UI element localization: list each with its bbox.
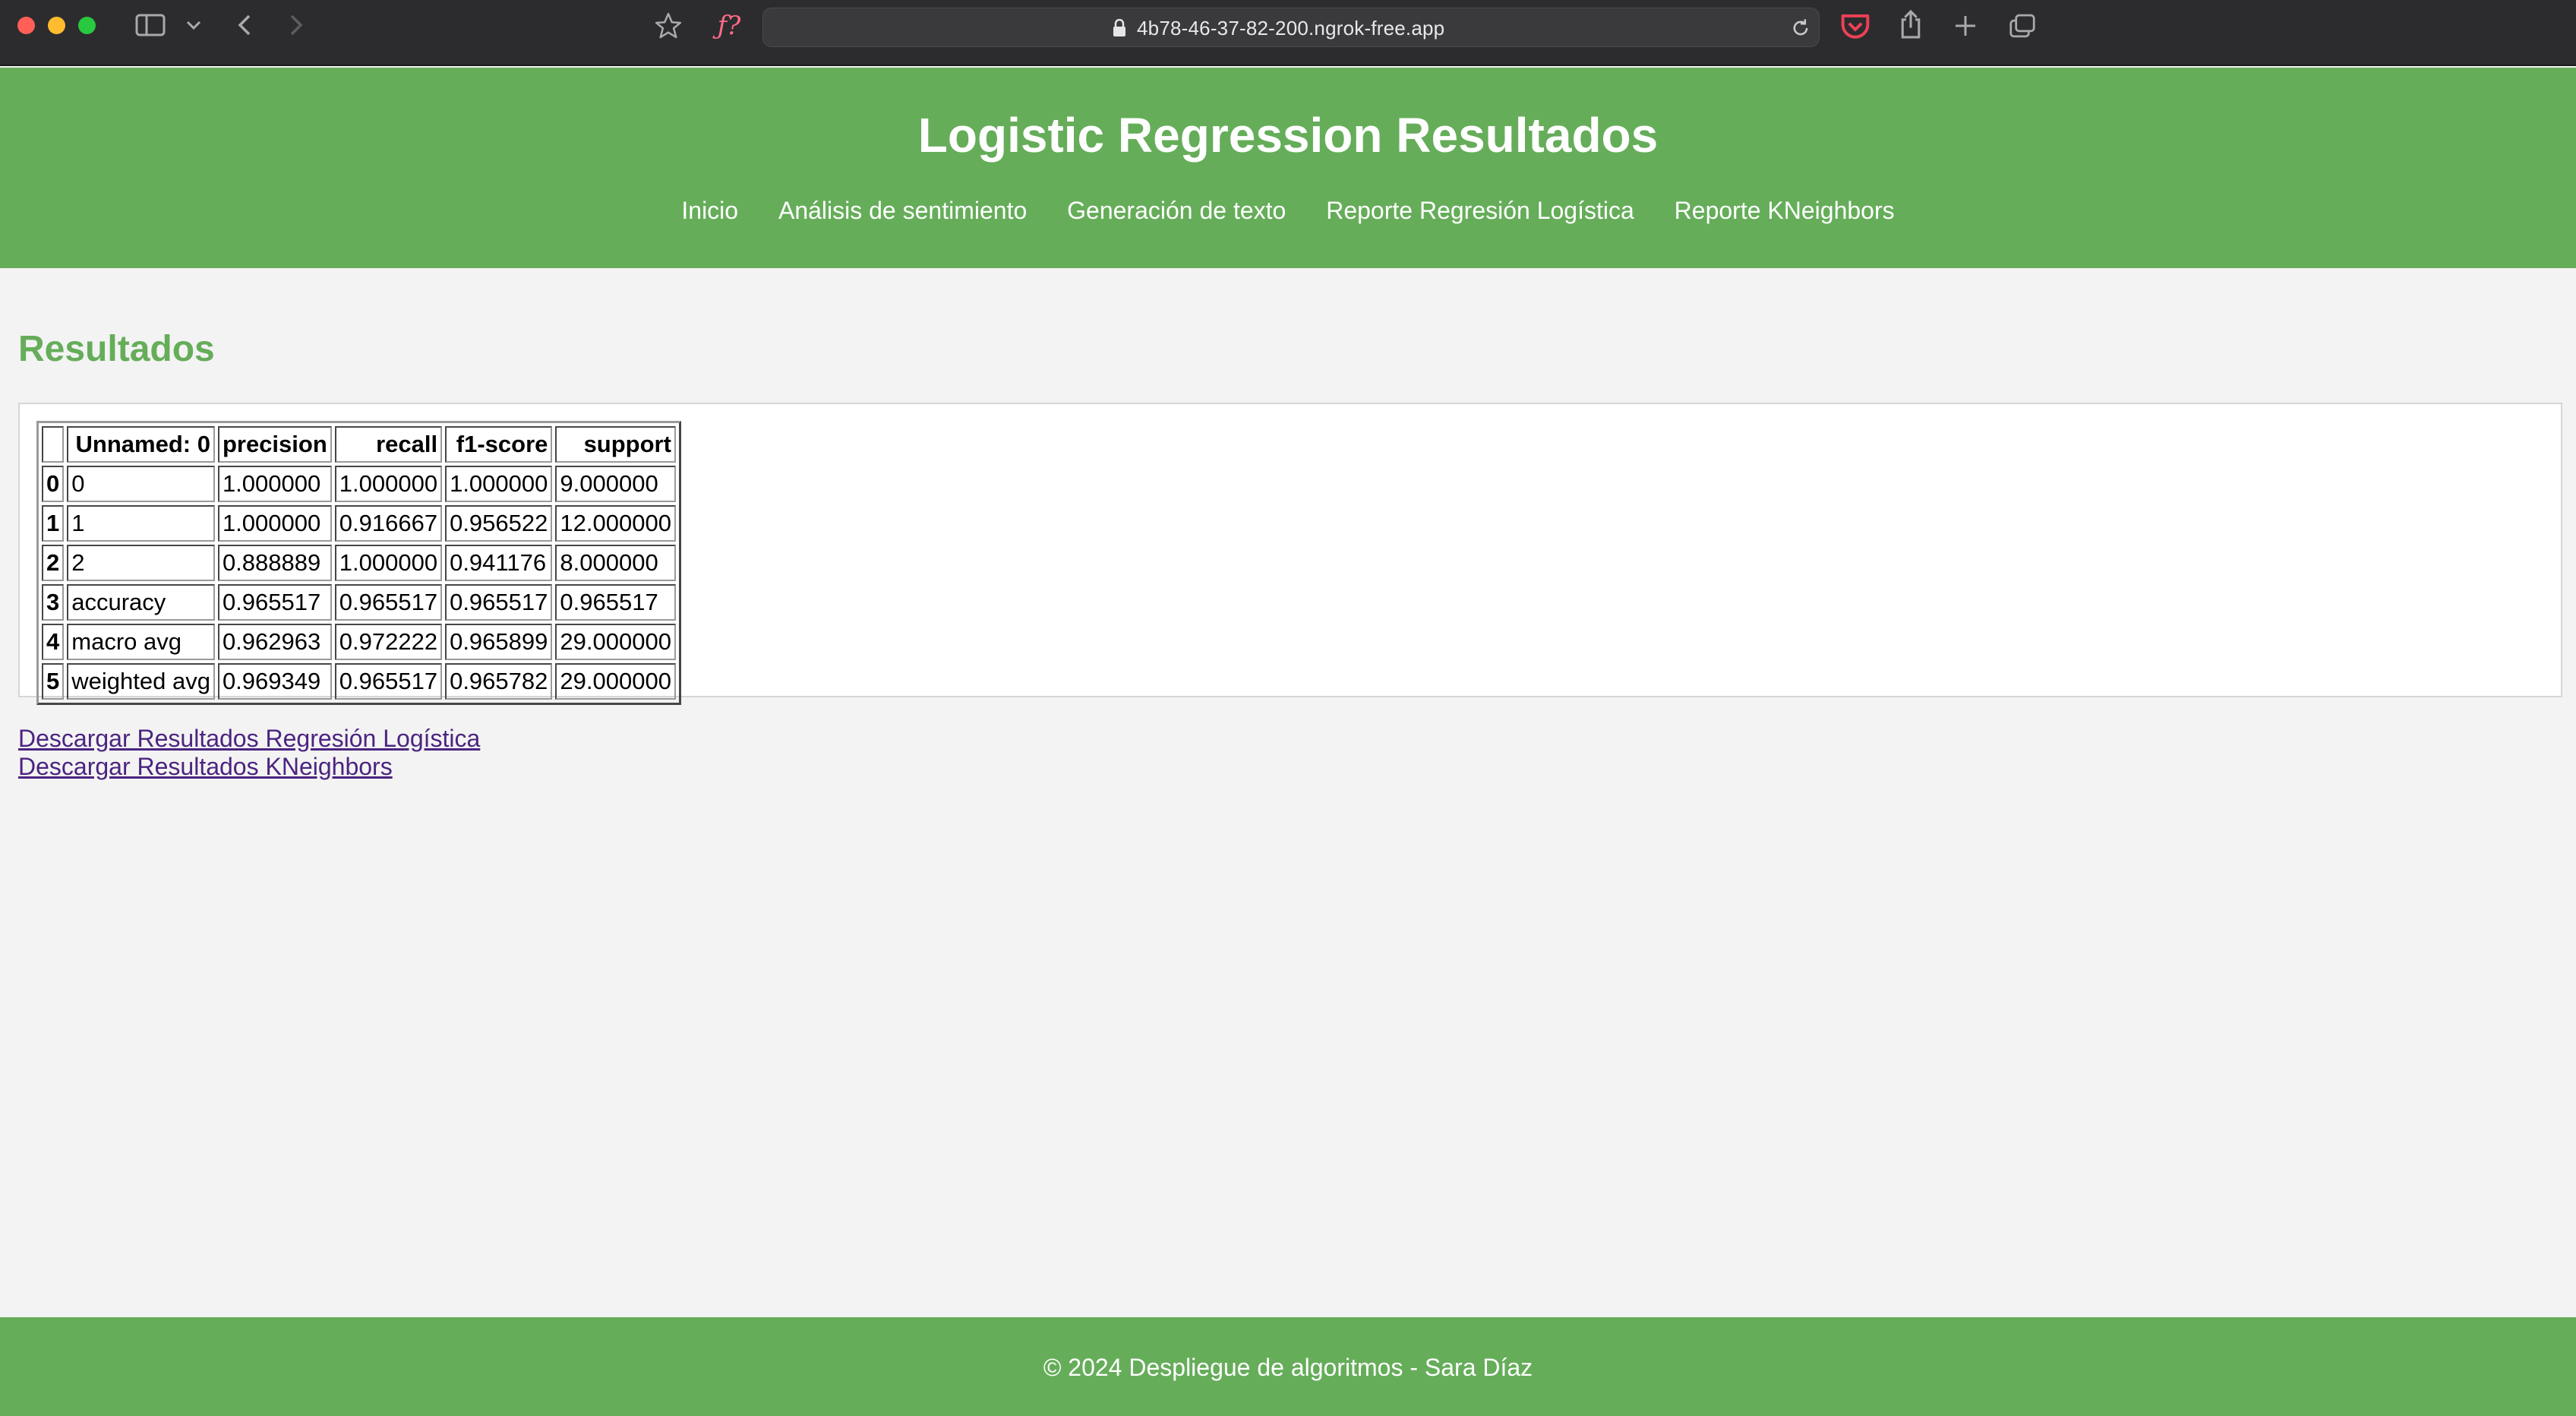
- lock-icon: [1111, 17, 1128, 39]
- sidebar-icon[interactable]: [135, 14, 166, 36]
- table-row: 4 macro avg 0.962963 0.972222 0.965899 2…: [42, 624, 676, 660]
- url-text: 4b78-46-37-82-200.ngrok-free.app: [1137, 17, 1445, 40]
- download-links: Descargar Resultados Regresión Logística…: [18, 725, 480, 781]
- table-row: 5 weighted avg 0.969349 0.965517 0.96578…: [42, 663, 676, 700]
- precision-cell: 0.969349: [217, 663, 332, 700]
- f1-score-cell: 1.000000: [445, 466, 553, 502]
- zoom-window-button[interactable]: [78, 17, 96, 34]
- column-header-precision: precision: [217, 426, 332, 463]
- nav-link-logistic-report[interactable]: Reporte Regresión Logística: [1326, 197, 1634, 225]
- reload-icon[interactable]: [1788, 16, 1813, 40]
- nav-link-inicio[interactable]: Inicio: [681, 197, 738, 225]
- tab-overview-icon[interactable]: [2006, 11, 2038, 41]
- footer-copyright: © 2024 Despliegue de algoritmos - Sara D…: [1043, 1354, 1533, 1381]
- nav-link-sentiment-analysis[interactable]: Análisis de sentimiento: [778, 197, 1027, 225]
- row-label: weighted avg: [67, 663, 215, 700]
- results-panel: Unnamed: 0 precision recall f1-score sup…: [18, 403, 2562, 705]
- support-cell: 12.000000: [555, 505, 676, 542]
- column-header-recall: recall: [334, 426, 443, 463]
- column-header-index: [42, 426, 65, 463]
- recall-cell: 0.965517: [334, 663, 443, 700]
- row-index: 5: [42, 663, 65, 700]
- site-footer: © 2024 Despliegue de algoritmos - Sara D…: [0, 1317, 2576, 1416]
- site-header: Logistic Regression Resultados Inicio An…: [0, 68, 2576, 268]
- support-cell: 0.965517: [555, 584, 676, 621]
- precision-cell: 1.000000: [217, 505, 332, 542]
- back-icon[interactable]: [232, 12, 257, 38]
- column-header-f1-score: f1-score: [445, 426, 553, 463]
- page-title: Logistic Regression Resultados: [917, 108, 1659, 163]
- pocket-icon[interactable]: [1839, 11, 1871, 41]
- table-row: 3 accuracy 0.965517 0.965517 0.965517 0.…: [42, 584, 676, 621]
- results-table: Unnamed: 0 precision recall f1-score sup…: [36, 421, 681, 705]
- column-header-support: support: [555, 426, 676, 463]
- row-index: 3: [42, 584, 65, 621]
- nav-link-text-generation[interactable]: Generación de texto: [1067, 197, 1286, 225]
- precision-cell: 0.888889: [217, 545, 332, 581]
- f1-score-cell: 0.956522: [445, 505, 553, 542]
- recall-cell: 0.972222: [334, 624, 443, 660]
- row-index: 2: [42, 545, 65, 581]
- recall-cell: 1.000000: [334, 545, 443, 581]
- share-icon[interactable]: [1896, 8, 1926, 41]
- f1-score-cell: 0.965517: [445, 584, 553, 621]
- f1-score-cell: 0.941176: [445, 545, 553, 581]
- column-header-label: Unnamed: 0: [67, 426, 215, 463]
- precision-cell: 0.965517: [217, 584, 332, 621]
- precision-cell: 1.000000: [217, 466, 332, 502]
- row-label: macro avg: [67, 624, 215, 660]
- bookmark-star-icon[interactable]: [653, 11, 683, 41]
- support-cell: 9.000000: [555, 466, 676, 502]
- table-header-row: Unnamed: 0 precision recall f1-score sup…: [42, 426, 676, 463]
- recall-cell: 0.965517: [334, 584, 443, 621]
- new-tab-icon[interactable]: [1950, 11, 1981, 41]
- table-row: 0 0 1.000000 1.000000 1.000000 9.000000: [42, 466, 676, 502]
- recall-cell: 0.916667: [334, 505, 443, 542]
- row-label: 0: [67, 466, 215, 502]
- browser-toolbar: ƒ? 4b78-46-37-82-200.ngrok-free.app: [0, 0, 2576, 66]
- recall-cell: 1.000000: [334, 466, 443, 502]
- row-index: 4: [42, 624, 65, 660]
- minimize-window-button[interactable]: [48, 17, 65, 34]
- support-cell: 29.000000: [555, 624, 676, 660]
- font-icon[interactable]: ƒ?: [712, 9, 746, 43]
- support-cell: 29.000000: [555, 663, 676, 700]
- address-bar[interactable]: 4b78-46-37-82-200.ngrok-free.app: [762, 8, 1820, 47]
- f1-score-cell: 0.965899: [445, 624, 553, 660]
- f1-score-cell: 0.965782: [445, 663, 553, 700]
- nav-link-kneighbors-report[interactable]: Reporte KNeighbors: [1675, 197, 1895, 225]
- main-nav: Inicio Análisis de sentimiento Generació…: [0, 197, 2576, 225]
- row-label: accuracy: [67, 584, 215, 621]
- chevron-down-icon[interactable]: [185, 14, 202, 36]
- row-label: 1: [67, 505, 215, 542]
- support-cell: 8.000000: [555, 545, 676, 581]
- row-index: 1: [42, 505, 65, 542]
- row-label: 2: [67, 545, 215, 581]
- download-logistic-results-link[interactable]: Descargar Resultados Regresión Logística: [18, 725, 480, 753]
- table-row: 2 2 0.888889 1.000000 0.941176 8.000000: [42, 545, 676, 581]
- close-window-button[interactable]: [17, 17, 35, 34]
- table-row: 1 1 1.000000 0.916667 0.956522 12.000000: [42, 505, 676, 542]
- row-index: 0: [42, 466, 65, 502]
- section-title: Resultados: [18, 329, 215, 369]
- precision-cell: 0.962963: [217, 624, 332, 660]
- forward-icon[interactable]: [284, 12, 308, 38]
- download-kneighbors-results-link[interactable]: Descargar Resultados KNeighbors: [18, 753, 480, 781]
